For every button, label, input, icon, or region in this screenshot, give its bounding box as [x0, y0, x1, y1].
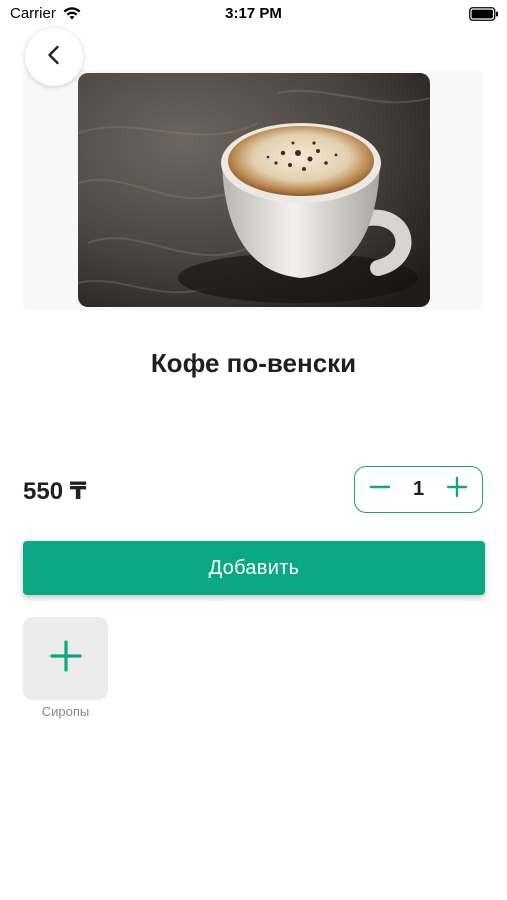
decrease-quantity-button[interactable]: [369, 479, 391, 501]
syrups-label: Сиропы: [41, 704, 90, 719]
product-image-container: [23, 70, 483, 310]
status-bar: Carrier 3:17 PM: [0, 0, 507, 30]
product-image: [78, 73, 430, 307]
add-to-cart-button[interactable]: Добавить: [23, 541, 485, 595]
status-time: 3:17 PM: [225, 5, 282, 22]
battery-icon: [469, 7, 499, 21]
quantity-stepper: 1: [354, 466, 483, 513]
plus-icon: [446, 476, 468, 503]
product-price: 550 ₸: [23, 478, 87, 505]
add-syrup-button[interactable]: [23, 617, 108, 700]
plus-icon: [49, 639, 83, 678]
back-button[interactable]: [25, 28, 83, 86]
increase-quantity-button[interactable]: [446, 476, 468, 503]
minus-icon: [369, 476, 391, 503]
product-title: Кофе по-венски: [150, 348, 357, 378]
quantity-value: 1: [412, 478, 425, 500]
chevron-left-icon: [43, 44, 65, 71]
